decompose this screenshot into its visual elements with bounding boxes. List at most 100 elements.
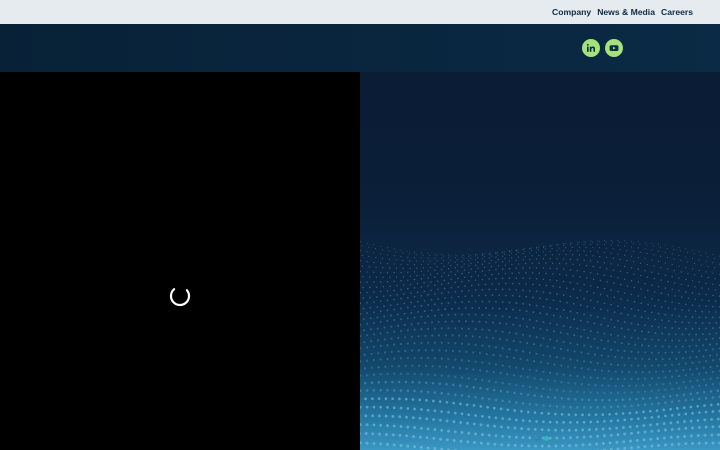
wave-particle — [545, 313, 548, 316]
wave-particle — [566, 349, 569, 352]
wave-particle — [630, 322, 633, 325]
wave-particle — [398, 397, 401, 401]
wave-particle — [613, 296, 616, 299]
wave-particle — [420, 286, 423, 288]
wave-particle — [423, 290, 426, 293]
wave-particle — [669, 407, 672, 411]
nav-link-careers[interactable]: Careers — [661, 0, 693, 24]
wave-particle — [571, 246, 573, 249]
wave-particle — [654, 304, 656, 307]
wave-particle — [526, 393, 530, 396]
wave-particle — [538, 262, 540, 264]
wave-particle — [586, 290, 588, 293]
wave-particle — [657, 285, 660, 288]
wave-particle — [423, 282, 425, 284]
wave-particle — [664, 351, 667, 354]
wave-particle — [481, 378, 484, 382]
wave-particle — [651, 298, 653, 300]
wave-particle — [644, 282, 646, 285]
wave-particle — [461, 290, 463, 292]
wave-particle — [643, 445, 647, 449]
wave-particle — [549, 306, 552, 309]
wave-particle — [698, 316, 701, 319]
wave-particle — [378, 432, 382, 436]
wave-particle — [373, 301, 375, 303]
wave-particle — [491, 307, 494, 310]
wave-particle — [596, 261, 599, 263]
wave-particle — [671, 339, 674, 342]
wave-particle — [497, 252, 499, 254]
wave-particle — [406, 389, 410, 393]
video-player[interactable] — [0, 72, 360, 450]
wave-particle — [589, 299, 592, 302]
wave-particle — [691, 385, 694, 388]
wave-particle — [597, 243, 599, 245]
wave-particle — [676, 435, 680, 439]
wave-particle — [563, 250, 565, 252]
youtube-button[interactable] — [605, 39, 623, 57]
wave-particle — [360, 374, 362, 377]
wave-particle — [422, 267, 425, 269]
wave-particle — [471, 295, 473, 297]
wave-particle — [488, 253, 490, 255]
wave-particle — [417, 310, 420, 313]
wave-particle — [444, 349, 448, 352]
wave-particle — [503, 251, 505, 253]
wave-particle — [711, 396, 715, 399]
slider-dot-icon[interactable] — [544, 436, 549, 441]
wave-particle — [379, 423, 383, 427]
linkedin-button[interactable] — [582, 39, 600, 57]
wave-particle — [362, 307, 365, 310]
wave-particle — [542, 387, 545, 390]
wave-particle — [705, 260, 707, 262]
wave-particle — [508, 382, 511, 386]
wave-particle — [630, 431, 633, 435]
wave-particle — [689, 419, 693, 423]
wave-particle — [429, 255, 431, 257]
wave-particle — [402, 276, 405, 278]
wave-particle — [390, 365, 394, 368]
wave-particle — [468, 256, 470, 258]
nav-link-company[interactable]: Company — [552, 0, 591, 24]
wave-particle — [716, 403, 720, 406]
wave-particle — [420, 372, 423, 376]
wave-particle — [532, 326, 535, 329]
wave-particle — [655, 396, 659, 399]
wave-particle — [574, 413, 578, 417]
wave-particle — [696, 391, 699, 395]
wave-particle — [522, 259, 524, 261]
wave-particle — [575, 435, 579, 439]
wave-particle — [413, 356, 416, 360]
wave-particle — [488, 300, 491, 303]
wave-particle — [542, 278, 545, 281]
wave-particle — [520, 444, 524, 448]
wave-particle — [360, 323, 362, 326]
wave-particle — [525, 272, 527, 274]
wave-particle — [674, 295, 676, 297]
wave-particle — [366, 251, 368, 253]
wave-particle — [599, 255, 601, 258]
wave-particle — [474, 395, 477, 399]
wave-particle — [418, 435, 422, 439]
wave-particle — [569, 250, 572, 252]
wave-particle — [432, 436, 436, 440]
wave-particle — [457, 295, 460, 298]
wave-particle — [630, 267, 633, 269]
wave-particle — [520, 409, 523, 413]
wave-particle — [431, 349, 434, 352]
wave-particle — [465, 385, 469, 388]
wave-particle — [456, 264, 459, 266]
wave-particle — [565, 263, 567, 265]
nav-link-news-media[interactable]: News & Media — [597, 0, 655, 24]
wave-particle — [481, 263, 484, 265]
wave-particle — [376, 339, 380, 342]
wave-particle — [474, 432, 478, 436]
wave-particle — [366, 334, 369, 337]
slider-dot-icon[interactable] — [535, 436, 540, 441]
wave-particle — [533, 377, 536, 380]
wave-particle — [429, 273, 432, 276]
wave-particle — [688, 356, 691, 359]
wave-particle — [501, 364, 504, 367]
wave-particle — [696, 404, 700, 408]
wave-particle — [620, 327, 623, 330]
